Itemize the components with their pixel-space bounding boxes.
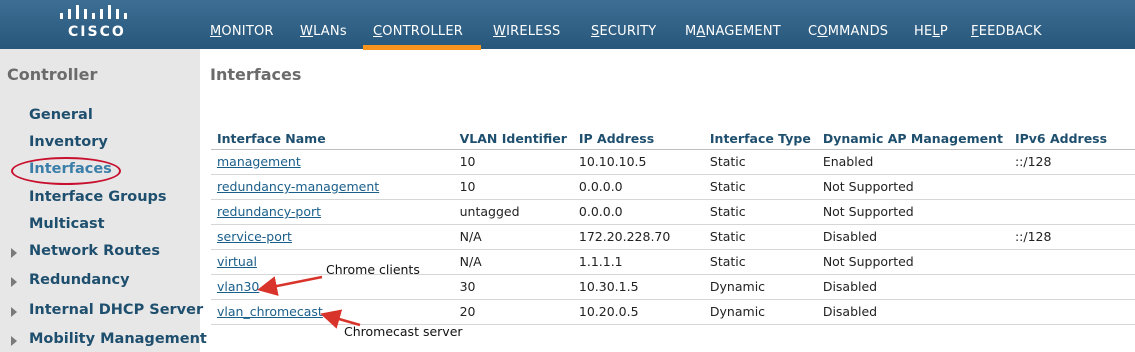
chromecast-server-annotation: Chromecast server bbox=[344, 324, 463, 339]
chrome-clients-arrow bbox=[257, 275, 323, 296]
chrome-clients-annotation: Chrome clients bbox=[326, 262, 420, 277]
annotation-arrows bbox=[257, 275, 361, 329]
